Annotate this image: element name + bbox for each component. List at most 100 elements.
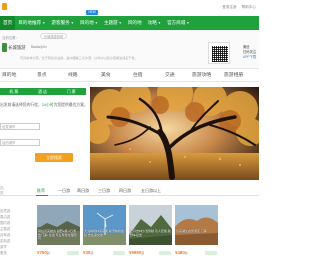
top-links: 登录注册 帮助中心	[222, 5, 256, 10]
tab-flight[interactable]: 机票	[9, 89, 19, 95]
tab-four-day[interactable]: 四日游	[119, 187, 131, 195]
nav-item-mall[interactable]: 官方商城 ▼	[164, 16, 193, 30]
subnav-item-album[interactable]: 旅游相册	[224, 69, 243, 83]
to-city-input[interactable]: 目的城市	[0, 139, 40, 146]
tab-two-day[interactable]: 两日游	[77, 187, 89, 195]
subnav-item-hotel[interactable]: 住宿	[133, 69, 143, 83]
product-price: ¥30起	[83, 250, 94, 255]
nav-label: 首页	[3, 20, 13, 25]
nav-item-theme[interactable]: 主题游 ▼	[101, 16, 125, 30]
app-download-link[interactable]: APP下载	[243, 55, 256, 60]
subnav-item-transport[interactable]: 交通	[165, 69, 175, 83]
product-card[interactable]: 大漠胡杨林深度游 额济纳旗金秋 含往返交通 ¥30起	[83, 205, 126, 268]
price-value: 5980	[131, 250, 142, 255]
prompt-text: 出发前请选择您的行程，	[0, 103, 42, 107]
new-badge: NEW	[86, 10, 98, 15]
product-tag	[113, 251, 125, 255]
price-unit: 起	[90, 251, 94, 255]
destination-tag: Badanjilin	[31, 45, 47, 49]
qr-code-icon	[212, 46, 228, 62]
site-logo[interactable]	[2, 3, 7, 10]
destination-header: 当前位置： 长城旅游官网 长城旅游 Badanjilin 巴丹吉林沙漠，位于阿拉…	[0, 30, 259, 68]
nav-label: 目的地	[127, 20, 142, 25]
product-image	[175, 205, 218, 245]
product-caption: 巴丹吉林沙漠穿越 双人套餐 越野车接送	[130, 229, 171, 237]
nav-label: 游客服务	[51, 20, 70, 25]
tab-ticket[interactable]: 门票	[67, 89, 77, 95]
search-button[interactable]: 立即搜索	[35, 153, 73, 162]
nav-label: 主题游	[103, 20, 118, 25]
tab-five-plus[interactable]: 五日游以上	[141, 187, 161, 195]
chevron-down-icon: ▼	[70, 21, 74, 25]
breadcrumb[interactable]: 长城旅游官网	[40, 33, 68, 39]
hero-image	[90, 87, 259, 180]
nav-item-place[interactable]: 目的地	[125, 16, 145, 30]
product-card[interactable]: 阿拉善英雄会 越野e族 2日游 含门票+住宿 专业导游全程陪同 ¥750起	[37, 205, 80, 268]
qr-code	[208, 42, 230, 64]
destination-subnav: 目的地 景点 线路 美食 住宿 交通 旅游攻略 旅游相册	[0, 68, 259, 82]
product-price: ¥750起	[37, 250, 50, 255]
login-link[interactable]: 登录注册	[222, 5, 236, 10]
product-tag	[159, 251, 171, 255]
location-label: 当前位置：	[2, 36, 19, 40]
destination-description: 巴丹吉林沙漠，位于阿拉善右旗，是中国第三大沙漠，以鸣沙山和沙漠湖泊闻名于世。	[20, 56, 138, 60]
product-tag	[67, 251, 79, 255]
tab-one-day[interactable]: 一日游	[58, 187, 70, 195]
active-tab-indicator	[36, 195, 48, 196]
main-nav: 首页 目的地推荐 ▼ 游客服务 ▼ NEW 目的地 ▼ 主题游 ▼ 目的地 攻略 ▼ 官方商…	[0, 10, 259, 30]
price-unit: 起	[141, 251, 145, 255]
duration-tabs: 推荐 一日游 两日游 三日游 四日游 五日游以上	[0, 186, 259, 196]
nav-item-guide[interactable]: 攻略 ▼	[145, 16, 164, 30]
product-card[interactable]: 月亮湖生态旅游区 门票 ¥480起	[175, 205, 218, 268]
tab-three-day[interactable]: 三日游	[98, 187, 110, 195]
tab-char: 票	[71, 88, 77, 94]
chevron-down-icon: ▼	[186, 21, 190, 25]
product-price: ¥5980起	[129, 250, 145, 255]
nav-label: 目的地推荐	[18, 20, 42, 25]
tab-recommend[interactable]: 推荐	[37, 187, 45, 195]
tab-hotel[interactable]: 酒店	[38, 89, 48, 95]
rock-formation-image	[175, 205, 218, 245]
product-caption: 月亮湖生态旅游区 门票	[176, 229, 207, 233]
mountain-scene-image	[129, 205, 172, 245]
chevron-down-icon: ▼	[42, 21, 46, 25]
subnav-item-food[interactable]: 美食	[101, 69, 111, 83]
chevron-down-icon: ▼	[157, 21, 161, 25]
category-item[interactable]: 更多	[0, 250, 30, 256]
tab-char: 店	[42, 88, 48, 94]
price-value: 480	[177, 250, 185, 255]
destination-logo-icon	[2, 43, 7, 52]
prompt-text: 为您提供最优方案。	[53, 103, 88, 107]
chevron-down-icon: ▼	[118, 21, 122, 25]
prompt-highlight: 24小时	[41, 103, 54, 107]
product-price: ¥480起	[175, 250, 188, 255]
subnav-item-guide[interactable]: 旅游攻略	[192, 69, 211, 83]
booking-prompt: 出发前请选择您的行程，24小时为您提供最优方案。	[0, 103, 88, 108]
help-link[interactable]: 帮助中心	[242, 5, 256, 10]
product-caption: 大漠胡杨林深度游 额济纳旗金秋 含往返交通	[84, 229, 124, 237]
price-value: 750	[39, 250, 47, 255]
subnav-item-destination[interactable]: 目的地	[2, 69, 16, 83]
product-tag	[205, 251, 217, 255]
product-image	[83, 205, 126, 245]
price-unit: 起	[46, 251, 50, 255]
windmill-scene-image	[83, 205, 126, 245]
nav-label: 目的地	[79, 20, 94, 25]
subnav-item-scenic[interactable]: 景点	[37, 69, 47, 83]
subnav-item-routes[interactable]: 线路	[68, 69, 78, 83]
price-unit: 起	[184, 251, 188, 255]
category-list: 出境游 周边游 国内游 主题游 自驾游 定制游 游学 更多	[0, 208, 30, 256]
nav-item-service[interactable]: 游客服务 ▼ NEW	[48, 10, 98, 30]
nav-label: 官方商城	[166, 20, 186, 25]
autumn-tree-illustration	[90, 87, 259, 180]
nav-item-destination[interactable]: 目的地 ▼	[77, 16, 101, 30]
product-caption: 阿拉善英雄会 越野e族 2日游 含门票+住宿 专业导游全程陪同	[38, 229, 77, 240]
booking-tabs: 机票 酒店 门票	[0, 88, 86, 95]
booking-panel: 机票 酒店 门票 出发前请选择您的行程，24小时为您提供最优方案。 出发城市 目…	[0, 88, 88, 180]
chevron-down-icon: ▼	[94, 21, 98, 25]
nav-item-recommend[interactable]: 目的地推荐 ▼	[15, 16, 48, 30]
nav-item-home[interactable]: 首页	[0, 16, 16, 30]
product-card[interactable]: 巴丹吉林沙漠穿越 双人套餐 越野车接送 ¥5980起	[129, 205, 172, 268]
from-city-input[interactable]: 出发城市	[0, 123, 40, 130]
product-image	[129, 205, 172, 245]
